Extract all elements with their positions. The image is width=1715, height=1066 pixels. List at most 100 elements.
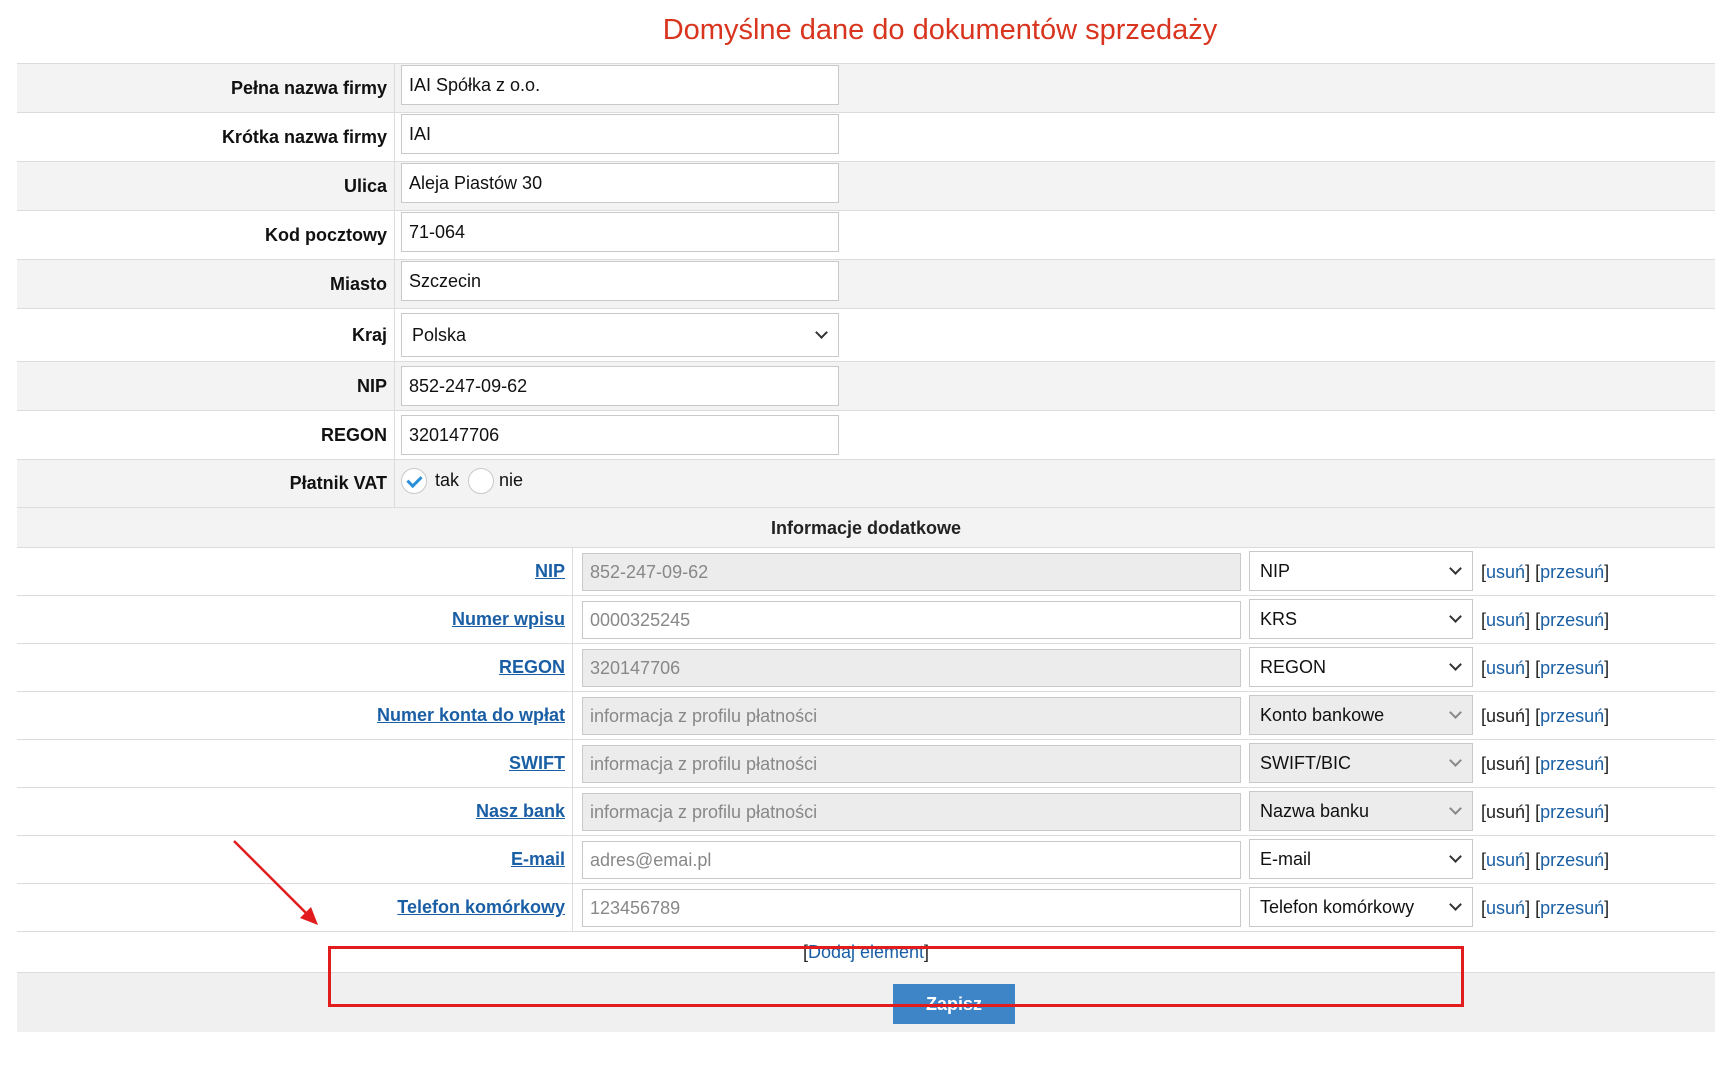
remove-link[interactable]: usuń [1486, 610, 1525, 630]
additional-label-email[interactable]: E-mail [511, 849, 565, 870]
vat-yes-label: tak [435, 470, 460, 490]
additional-row-swift: SWIFT informacja z profilu płatności SWI… [17, 740, 1715, 788]
move-link[interactable]: przesuń [1540, 850, 1604, 870]
label-short-name: Krótka nazwa firmy [17, 113, 395, 161]
chevron-down-icon [1449, 706, 1462, 719]
additional-actions: [usuń] [przesuń] [1481, 562, 1610, 582]
remove-link[interactable]: usuń [1486, 850, 1525, 870]
chevron-down-icon [1449, 610, 1462, 623]
move-link[interactable]: przesuń [1540, 898, 1604, 918]
move-link[interactable]: przesuń [1540, 754, 1604, 774]
additional-type-value: Telefon komórkowy [1260, 897, 1415, 917]
additional-label-nip[interactable]: NIP [535, 561, 565, 582]
additional-actions: [usuń] [przesuń] [1481, 898, 1610, 918]
vat-no-radio[interactable] [468, 468, 494, 494]
move-link[interactable]: przesuń [1540, 658, 1604, 678]
full-name-input[interactable]: IAI Spółka z o.o. [401, 65, 839, 105]
label-country: Kraj [17, 309, 395, 361]
label-nip: NIP [17, 362, 395, 410]
additional-row-krs: Numer wpisu 0000325245 KRS [usuń] [przes… [17, 596, 1715, 644]
additional-value-krs[interactable]: 0000325245 [582, 601, 1241, 639]
additional-type-value: Konto bankowe [1260, 705, 1385, 725]
additional-row-email: E-mail adres@emai.pl E-mail [usuń] [prze… [17, 836, 1715, 884]
remove-link[interactable]: usuń [1486, 898, 1525, 918]
chevron-down-icon [815, 326, 828, 339]
additional-type-select-regon[interactable]: REGON [1249, 647, 1473, 687]
additional-type-value: KRS [1260, 609, 1298, 629]
additional-value-regon: 320147706 [582, 649, 1241, 687]
additional-label-regon[interactable]: REGON [499, 657, 565, 678]
additional-type-value: Nazwa banku [1260, 801, 1370, 821]
label-vat-payer: Płatnik VAT [17, 460, 395, 507]
chevron-down-icon [1449, 754, 1462, 767]
add-element-link[interactable]: Dodaj element [808, 942, 924, 962]
additional-value-mobile-phone[interactable]: 123456789 [582, 889, 1241, 927]
chevron-down-icon [1449, 850, 1462, 863]
additional-row-regon: REGON 320147706 REGON [usuń] [przesuń] [17, 644, 1715, 692]
additional-type-select-bank-name: Nazwa banku [1249, 791, 1473, 831]
additional-label-swift[interactable]: SWIFT [509, 753, 565, 774]
additional-type-value: REGON [1260, 657, 1327, 677]
additional-actions: [usuń] [przesuń] [1481, 754, 1610, 774]
additional-label-bank-account[interactable]: Numer konta do wpłat [377, 705, 565, 726]
additional-type-select-email[interactable]: E-mail [1249, 839, 1473, 879]
move-link[interactable]: przesuń [1540, 562, 1604, 582]
move-link[interactable]: przesuń [1540, 802, 1604, 822]
add-element-row: [Dodaj element] [802, 942, 930, 962]
additional-type-select-mobile-phone[interactable]: Telefon komórkowy [1249, 887, 1473, 927]
chevron-down-icon [1449, 802, 1462, 815]
label-street: Ulica [17, 162, 395, 210]
additional-row-nip: NIP 852-247-09-62 NIP [usuń] [przesuń] [17, 548, 1715, 596]
regon-input[interactable]: 320147706 [401, 415, 839, 455]
additional-type-value: E-mail [1260, 849, 1312, 869]
short-name-input[interactable]: IAI [401, 114, 839, 154]
remove-link-disabled: usuń [1486, 706, 1526, 726]
label-city: Miasto [17, 260, 395, 308]
label-regon: REGON [17, 411, 395, 459]
additional-label-bank-name[interactable]: Nasz bank [476, 801, 565, 822]
row-postcode: Kod pocztowy 71-064 [17, 211, 1715, 260]
row-full-name: Pełna nazwa firmy IAI Spółka z o.o. [17, 64, 1715, 113]
remove-link-disabled: usuń [1486, 802, 1526, 822]
row-short-name: Krótka nazwa firmy IAI [17, 113, 1715, 162]
save-button[interactable]: Zapisz [893, 984, 1015, 1024]
move-link[interactable]: przesuń [1540, 610, 1604, 630]
city-input[interactable]: Szczecin [401, 261, 839, 301]
chevron-down-icon [1449, 898, 1462, 911]
row-street: Ulica Aleja Piastów 30 [17, 162, 1715, 211]
additional-actions: [usuń] [przesuń] [1481, 610, 1610, 630]
additional-actions: [usuń] [przesuń] [1481, 658, 1610, 678]
additional-label-krs[interactable]: Numer wpisu [452, 609, 565, 630]
section-header-additional: Informacje dodatkowe [17, 508, 1715, 548]
page-title: Domyślne dane do dokumentów sprzedaży [662, 14, 1218, 46]
chevron-down-icon [1449, 658, 1462, 671]
nip-input[interactable]: 852-247-09-62 [401, 366, 839, 406]
additional-actions: [usuń] [przesuń] [1481, 706, 1610, 726]
form-footer: Zapisz [17, 972, 1715, 1032]
remove-link[interactable]: usuń [1486, 562, 1525, 582]
additional-type-select-nip[interactable]: NIP [1249, 551, 1473, 591]
additional-type-value: NIP [1260, 561, 1291, 581]
additional-value-email[interactable]: adres@emai.pl [582, 841, 1241, 879]
vat-yes-radio[interactable] [401, 468, 427, 494]
additional-row-bank-name: Nasz bank informacja z profilu płatności… [17, 788, 1715, 836]
additional-row-bank-account: Numer konta do wpłat informacja z profil… [17, 692, 1715, 740]
settings-form: Pełna nazwa firmy IAI Spółka z o.o. Krót… [17, 63, 1715, 1032]
additional-value-bank-account: informacja z profilu płatności [582, 697, 1241, 735]
row-country: Kraj Polska [17, 309, 1715, 362]
vat-no-label: nie [499, 470, 524, 490]
additional-type-value: SWIFT/BIC [1260, 753, 1351, 773]
additional-row-mobile-phone: Telefon komórkowy 123456789 Telefon komó… [17, 884, 1715, 932]
move-link[interactable]: przesuń [1540, 706, 1604, 726]
additional-actions: [usuń] [przesuń] [1481, 802, 1610, 822]
postcode-input[interactable]: 71-064 [401, 212, 839, 252]
country-select[interactable]: Polska [401, 313, 839, 357]
label-postcode: Kod pocztowy [17, 211, 395, 259]
row-regon: REGON 320147706 [17, 411, 1715, 460]
street-input[interactable]: Aleja Piastów 30 [401, 163, 839, 203]
additional-type-select-krs[interactable]: KRS [1249, 599, 1473, 639]
additional-value-swift: informacja z profilu płatności [582, 745, 1241, 783]
additional-label-mobile-phone[interactable]: Telefon komórkowy [397, 897, 565, 918]
row-nip: NIP 852-247-09-62 [17, 362, 1715, 411]
remove-link[interactable]: usuń [1486, 658, 1525, 678]
